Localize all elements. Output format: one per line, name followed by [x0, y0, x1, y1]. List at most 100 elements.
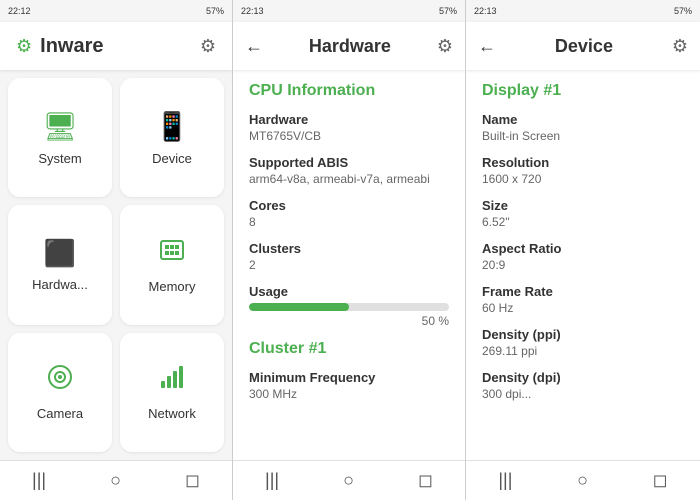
cpu-section-title: CPU Information [249, 82, 449, 100]
clusters-row: Clusters 2 [249, 241, 449, 272]
density-ppi-key: Density (ppi) [482, 327, 684, 342]
battery-3: 57% [674, 6, 692, 16]
size-value: 6.52" [482, 215, 684, 229]
memory-label: Memory [149, 279, 196, 294]
bottom-nav-1: ||| ○ ◻ [0, 460, 232, 500]
device-gear-icon[interactable]: ⚙ [672, 36, 688, 57]
display-section-title: Display #1 [482, 82, 684, 100]
usage-percent: 50 % [249, 314, 449, 328]
grid-item-device[interactable]: 📱 Device [120, 78, 224, 197]
frame-rate-row: Frame Rate 60 Hz [482, 284, 684, 315]
screen-hardware: 22:13 57% ← Hardware ⚙ CPU Information H… [233, 0, 466, 500]
display-name-value: Built-in Screen [482, 129, 684, 143]
usage-row: Usage 50 % [249, 284, 449, 328]
nav-menu-icon-2[interactable]: ||| [265, 470, 279, 491]
density-dpi-value: 300 dpi... [482, 387, 684, 401]
app-logo: ⚙ Inware [16, 35, 104, 58]
nav-home-icon-1[interactable]: ○ [110, 470, 121, 491]
status-bar-2: 22:13 57% [233, 0, 465, 22]
hardware-title: Hardware [309, 36, 391, 57]
grid-item-hardware[interactable]: ⬛ Hardwa... [8, 205, 112, 324]
cluster-section-title: Cluster #1 [249, 340, 449, 358]
battery-1: 57% [206, 6, 224, 16]
resolution-key: Resolution [482, 155, 684, 170]
grid-item-network[interactable]: Network [120, 333, 224, 452]
app-logo-gear-icon: ⚙ [16, 36, 32, 57]
device-content: Display #1 Name Built-in Screen Resoluti… [466, 70, 700, 460]
min-freq-row: Minimum Frequency 300 MHz [249, 370, 449, 401]
memory-icon [158, 236, 186, 271]
app-header: ⚙ Inware ⚙ [0, 22, 232, 70]
abis-key: Supported ABIS [249, 155, 449, 170]
back-button-hardware[interactable]: ← [245, 36, 263, 57]
time-1: 22:12 [8, 6, 31, 16]
nav-menu-icon-3[interactable]: ||| [498, 470, 512, 491]
main-grid: 🖥 System 📱 Device ⬛ Hardwa... [0, 70, 232, 460]
hardware-value: MT6765V/CB [249, 129, 449, 143]
density-dpi-row: Density (dpi) 300 dpi... [482, 370, 684, 401]
nav-home-icon-2[interactable]: ○ [343, 470, 354, 491]
abis-value: arm64-v8a, armeabi-v7a, armeabi [249, 172, 449, 186]
time-2: 22:13 [241, 6, 264, 16]
grid-item-camera[interactable]: Camera [8, 333, 112, 452]
density-ppi-value: 269.11 ppi [482, 344, 684, 358]
device-header: ← Device ⚙ [466, 22, 700, 70]
nav-home-icon-3[interactable]: ○ [577, 470, 588, 491]
cores-value: 8 [249, 215, 449, 229]
size-key: Size [482, 198, 684, 213]
grid-item-system[interactable]: 🖥 System [8, 78, 112, 197]
device-label: Device [152, 151, 192, 166]
system-label: System [38, 151, 81, 166]
nav-menu-icon-1[interactable]: ||| [32, 470, 46, 491]
camera-icon [46, 363, 74, 398]
device-icon: 📱 [155, 110, 190, 143]
grid-item-memory[interactable]: Memory [120, 205, 224, 324]
size-row: Size 6.52" [482, 198, 684, 229]
clusters-value: 2 [249, 258, 449, 272]
system-icon: 🖥 [42, 110, 78, 143]
usage-bar-background [249, 303, 449, 311]
density-ppi-row: Density (ppi) 269.11 ppi [482, 327, 684, 358]
min-freq-value: 300 MHz [249, 387, 449, 401]
hardware-header: ← Hardware ⚙ [233, 22, 465, 70]
frame-rate-key: Frame Rate [482, 284, 684, 299]
status-icons-3: 57% [674, 6, 692, 16]
hardware-icon: ⬛ [44, 238, 76, 269]
frame-rate-value: 60 Hz [482, 301, 684, 315]
bottom-nav-2: ||| ○ ◻ [233, 460, 465, 500]
density-dpi-key: Density (dpi) [482, 370, 684, 385]
network-label: Network [148, 406, 196, 421]
hardware-label: Hardwa... [32, 277, 88, 292]
time-3: 22:13 [474, 6, 497, 16]
back-button-device[interactable]: ← [478, 36, 496, 57]
network-icon [158, 363, 186, 398]
min-freq-key: Minimum Frequency [249, 370, 449, 385]
display-name-key: Name [482, 112, 684, 127]
bottom-nav-3: ||| ○ ◻ [466, 460, 700, 500]
screen-inware-home: 22:12 57% ⚙ Inware ⚙ 🖥 System 📱 Device ⬛… [0, 0, 233, 500]
cores-row: Cores 8 [249, 198, 449, 229]
status-bar-1: 22:12 57% [0, 0, 232, 22]
resolution-value: 1600 x 720 [482, 172, 684, 186]
clusters-key: Clusters [249, 241, 449, 256]
status-icons-1: 57% [206, 6, 224, 16]
camera-label: Camera [37, 406, 83, 421]
abis-row: Supported ABIS arm64-v8a, armeabi-v7a, a… [249, 155, 449, 186]
status-icons-2: 57% [439, 6, 457, 16]
status-bar-3: 22:13 57% [466, 0, 700, 22]
aspect-ratio-value: 20:9 [482, 258, 684, 272]
hardware-content: CPU Information Hardware MT6765V/CB Supp… [233, 70, 465, 460]
settings-icon[interactable]: ⚙ [200, 36, 216, 57]
hardware-gear-icon[interactable]: ⚙ [437, 36, 453, 57]
cores-key: Cores [249, 198, 449, 213]
aspect-ratio-key: Aspect Ratio [482, 241, 684, 256]
hardware-key: Hardware [249, 112, 449, 127]
screen-device: 22:13 57% ← Device ⚙ Display #1 Name Bui… [466, 0, 700, 500]
display-name-row: Name Built-in Screen [482, 112, 684, 143]
battery-2: 57% [439, 6, 457, 16]
app-title: Inware [40, 35, 103, 58]
nav-back-icon-2[interactable]: ◻ [418, 470, 433, 491]
nav-back-icon-1[interactable]: ◻ [185, 470, 200, 491]
device-title: Device [555, 36, 613, 57]
nav-back-icon-3[interactable]: ◻ [653, 470, 668, 491]
